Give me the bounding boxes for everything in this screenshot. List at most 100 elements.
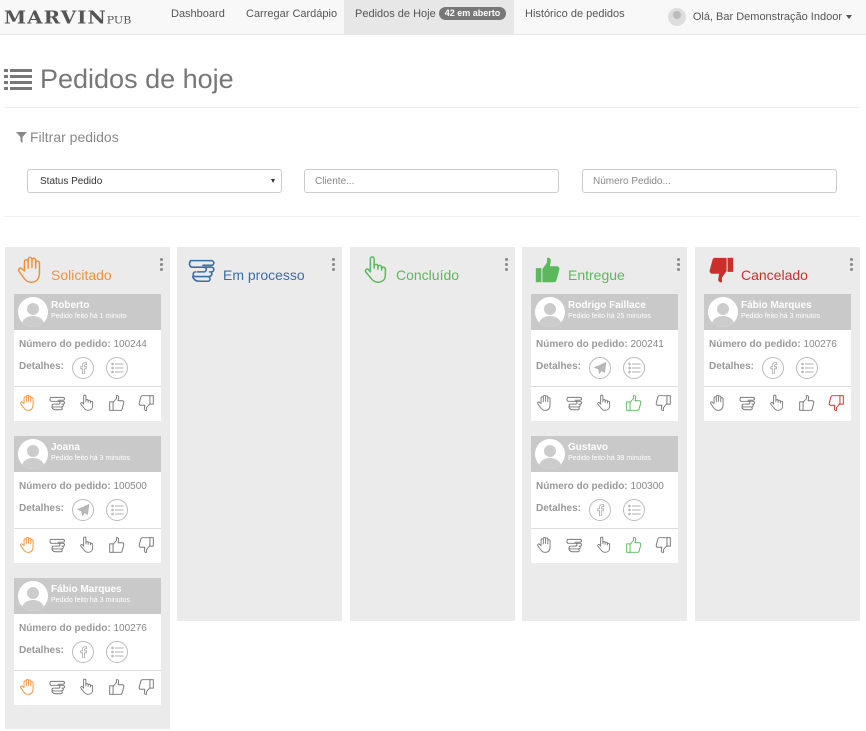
hand-pointing-icon[interactable] <box>48 394 68 412</box>
hand-pointing-icon[interactable] <box>48 678 68 696</box>
order-time: Pedido feito há 25 minutos <box>568 313 651 320</box>
order-card[interactable]: Joana Pedido feito há 3 minutos Número d… <box>14 436 161 563</box>
hand-stop-icon[interactable] <box>19 394 37 412</box>
filter-title-label: Filtrar pedidos <box>30 129 119 145</box>
column-menu-icon[interactable] <box>332 258 336 271</box>
column-menu-icon[interactable] <box>677 258 681 271</box>
nav-historico[interactable]: Histórico de pedidos <box>525 0 625 35</box>
column-menu-icon[interactable] <box>160 258 164 271</box>
hand-pointer-icon[interactable] <box>595 536 613 554</box>
details-label: Detalhes: <box>19 645 65 656</box>
order-items-list-icon[interactable] <box>106 499 128 521</box>
order-items-list-icon[interactable] <box>796 357 818 379</box>
thumbs-up-icon[interactable] <box>798 394 816 412</box>
paper-plane-icon[interactable] <box>72 499 94 521</box>
list-icon <box>4 69 32 90</box>
column-title: Concluído <box>396 267 460 283</box>
thumbs-down-icon[interactable] <box>827 394 845 412</box>
user-menu[interactable]: Olá, Bar Demonstração Indoor <box>667 8 852 26</box>
nav-pedidos-label: Pedidos de Hoje <box>355 8 436 20</box>
order-card[interactable]: Roberto Pedido feito há 1 minuto Número … <box>14 294 161 421</box>
customer-name: Fábio Marques <box>51 584 122 595</box>
hand-pointing-icon[interactable] <box>565 394 585 412</box>
order-items-list-icon[interactable] <box>623 357 645 379</box>
facebook-icon[interactable] <box>72 357 94 379</box>
order-items-list-icon[interactable] <box>623 499 645 521</box>
select-caret-icon <box>271 179 275 183</box>
hand-pointing-icon[interactable] <box>738 394 758 412</box>
divider <box>531 386 678 387</box>
thumbs-down-icon[interactable] <box>654 536 672 554</box>
brand-name: MARVIN <box>4 6 107 28</box>
order-card[interactable]: Rodrigo Faillace Pedido feito há 25 minu… <box>531 294 678 421</box>
thumbs-down-icon[interactable] <box>137 678 155 696</box>
hand-stop-icon[interactable] <box>19 678 37 696</box>
column-header: Em processo <box>177 247 342 288</box>
customer-name: Fábio Marques <box>741 300 812 311</box>
paper-plane-icon[interactable] <box>589 357 611 379</box>
details-label: Detalhes: <box>19 503 65 514</box>
order-number-label: Número do pedido: <box>19 339 111 350</box>
filter-title[interactable]: Filtrar pedidos <box>16 129 119 145</box>
order-number-line: Número do pedido: 100244 <box>19 339 147 350</box>
order-number-line: Número do pedido: 100300 <box>536 481 664 492</box>
hand-pointer-icon[interactable] <box>768 394 786 412</box>
thumbs-down-icon[interactable] <box>654 394 672 412</box>
hand-pointer-icon[interactable] <box>595 394 613 412</box>
nav-carregar-cardapio[interactable]: Carregar Cardápio <box>246 0 337 35</box>
thumbs-down-icon[interactable] <box>137 536 155 554</box>
nav-dashboard[interactable]: Dashboard <box>171 0 225 35</box>
hand-pointer-icon[interactable] <box>78 536 96 554</box>
thumbs-down-icon[interactable] <box>137 394 155 412</box>
status-select-value: Status Pedido <box>40 176 103 187</box>
hand-stop-icon[interactable] <box>709 394 727 412</box>
order-items-list-icon[interactable] <box>106 357 128 379</box>
column-solicitado: Solicitado Roberto Pedido feito há 1 min… <box>5 247 170 729</box>
thumbs-up-icon[interactable] <box>108 394 126 412</box>
client-search-input[interactable] <box>304 169 559 193</box>
order-number: 100276 <box>113 623 147 634</box>
avatar <box>535 297 565 327</box>
status-select[interactable]: Status Pedido <box>27 169 282 193</box>
avatar <box>535 439 565 469</box>
divider <box>14 670 161 671</box>
column-title: Entregue <box>568 267 625 283</box>
order-number-line: Número do pedido: 100276 <box>709 339 837 350</box>
avatar <box>667 8 686 26</box>
order-number-label: Número do pedido: <box>536 339 628 350</box>
column-em_processo: Em processo <box>177 247 342 621</box>
hand-pointing-icon[interactable] <box>565 536 585 554</box>
order-card[interactable]: Fábio Marques Pedido feito há 3 minutos … <box>704 294 851 421</box>
order-card[interactable]: Gustavo Pedido feito há 39 minutos Númer… <box>531 436 678 563</box>
order-number: 100276 <box>803 339 837 350</box>
hand-stop-icon[interactable] <box>19 536 37 554</box>
facebook-icon[interactable] <box>762 357 784 379</box>
hand-pointing-icon[interactable] <box>48 536 68 554</box>
avatar <box>18 297 48 327</box>
order-number: 100244 <box>113 339 147 350</box>
brand-logo[interactable]: MARVINPUB <box>4 6 131 28</box>
thumbs-up-icon[interactable] <box>108 536 126 554</box>
hand-pointer-icon[interactable] <box>78 678 96 696</box>
thumbs-up-icon[interactable] <box>108 678 126 696</box>
order-number-input[interactable] <box>582 169 837 193</box>
order-card[interactable]: Fábio Marques Pedido feito há 3 minutos … <box>14 578 161 705</box>
facebook-icon[interactable] <box>589 499 611 521</box>
column-concluido: Concluído <box>350 247 515 621</box>
order-time: Pedido feito há 39 minutos <box>568 455 651 462</box>
caret-down-icon <box>846 15 852 19</box>
order-card-header: Joana Pedido feito há 3 minutos <box>14 436 161 472</box>
hand-stop-icon[interactable] <box>536 394 554 412</box>
column-menu-icon[interactable] <box>505 258 509 271</box>
thumbs-up-icon[interactable] <box>625 394 643 412</box>
facebook-icon[interactable] <box>72 641 94 663</box>
nav-pedidos-de-hoje[interactable]: Pedidos de Hoje 42 em aberto <box>344 0 514 35</box>
column-menu-icon[interactable] <box>850 258 854 271</box>
hand-pointer-icon[interactable] <box>78 394 96 412</box>
hand-stop-icon[interactable] <box>536 536 554 554</box>
order-items-list-icon[interactable] <box>106 641 128 663</box>
thumbs-up-icon[interactable] <box>625 536 643 554</box>
order-card-header: Fábio Marques Pedido feito há 3 minutos <box>14 578 161 614</box>
column-entregue: Entregue Rodrigo Faillace Pedido feito h… <box>522 247 687 621</box>
thumbs-down-icon <box>705 255 737 285</box>
